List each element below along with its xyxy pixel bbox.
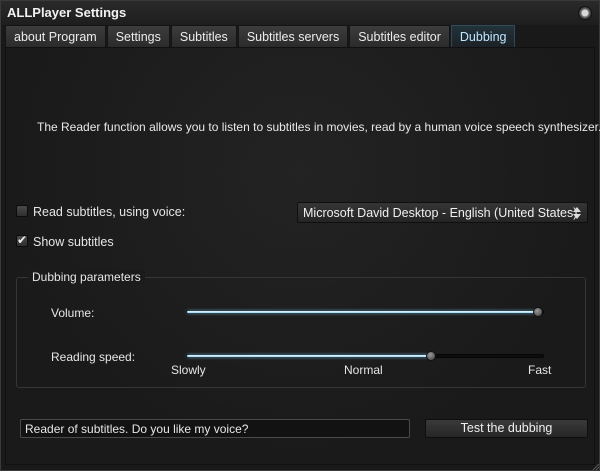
checkmark-icon: ✔ bbox=[17, 233, 28, 247]
test-dubbing-button[interactable]: Test the dubbing bbox=[425, 419, 588, 438]
voice-select-value: Microsoft David Desktop - English (Unite… bbox=[303, 206, 578, 220]
show-subtitles-checkbox[interactable]: ✔ bbox=[16, 233, 28, 247]
speed-tick-fast: Fast bbox=[528, 363, 552, 377]
dubbing-parameters-group bbox=[16, 277, 586, 388]
dubbing-parameters-title: Dubbing parameters bbox=[28, 270, 145, 284]
tab-about-program[interactable]: about Program bbox=[5, 25, 106, 47]
voice-select[interactable]: Microsoft David Desktop - English (Unite… bbox=[297, 202, 588, 223]
tab-subtitles-servers[interactable]: Subtitles servers bbox=[237, 25, 349, 47]
tab-dubbing[interactable]: Dubbing bbox=[450, 25, 516, 47]
tab-subtitles-editor[interactable]: Subtitles editor bbox=[349, 25, 450, 47]
resize-grip-icon[interactable] bbox=[592, 463, 600, 471]
volume-slider-fill bbox=[187, 311, 538, 313]
volume-label: Volume: bbox=[51, 306, 95, 320]
reading-speed-slider-fill bbox=[187, 355, 431, 357]
title-bar[interactable]: ALLPlayer Settings bbox=[1, 1, 599, 25]
tab-settings[interactable]: Settings bbox=[106, 25, 170, 47]
speed-tick-normal: Normal bbox=[344, 363, 383, 377]
window-title: ALLPlayer Settings bbox=[7, 5, 127, 20]
close-icon[interactable] bbox=[578, 6, 592, 20]
tab-bar: about Program Settings Subtitles Subtitl… bbox=[5, 25, 516, 47]
tab-subtitles[interactable]: Subtitles bbox=[170, 25, 237, 47]
reading-speed-label: Reading speed: bbox=[51, 350, 136, 364]
read-subtitles-checkbox[interactable] bbox=[16, 205, 28, 217]
updown-arrows-icon bbox=[572, 204, 582, 221]
speed-tick-slowly: Slowly bbox=[171, 363, 206, 377]
dubbing-description: The Reader function allows you to listen… bbox=[37, 120, 600, 134]
test-text-input[interactable] bbox=[20, 419, 410, 438]
reading-speed-slider[interactable] bbox=[186, 351, 544, 361]
read-subtitles-label: Read subtitles, using voice: bbox=[33, 205, 186, 219]
settings-window: ALLPlayer Settings about Program Setting… bbox=[0, 0, 600, 471]
show-subtitles-label: Show subtitles bbox=[33, 235, 114, 249]
reading-speed-slider-handle[interactable] bbox=[426, 351, 436, 361]
volume-slider-handle[interactable] bbox=[533, 307, 543, 317]
dubbing-panel bbox=[5, 47, 595, 465]
volume-slider[interactable] bbox=[186, 307, 544, 317]
